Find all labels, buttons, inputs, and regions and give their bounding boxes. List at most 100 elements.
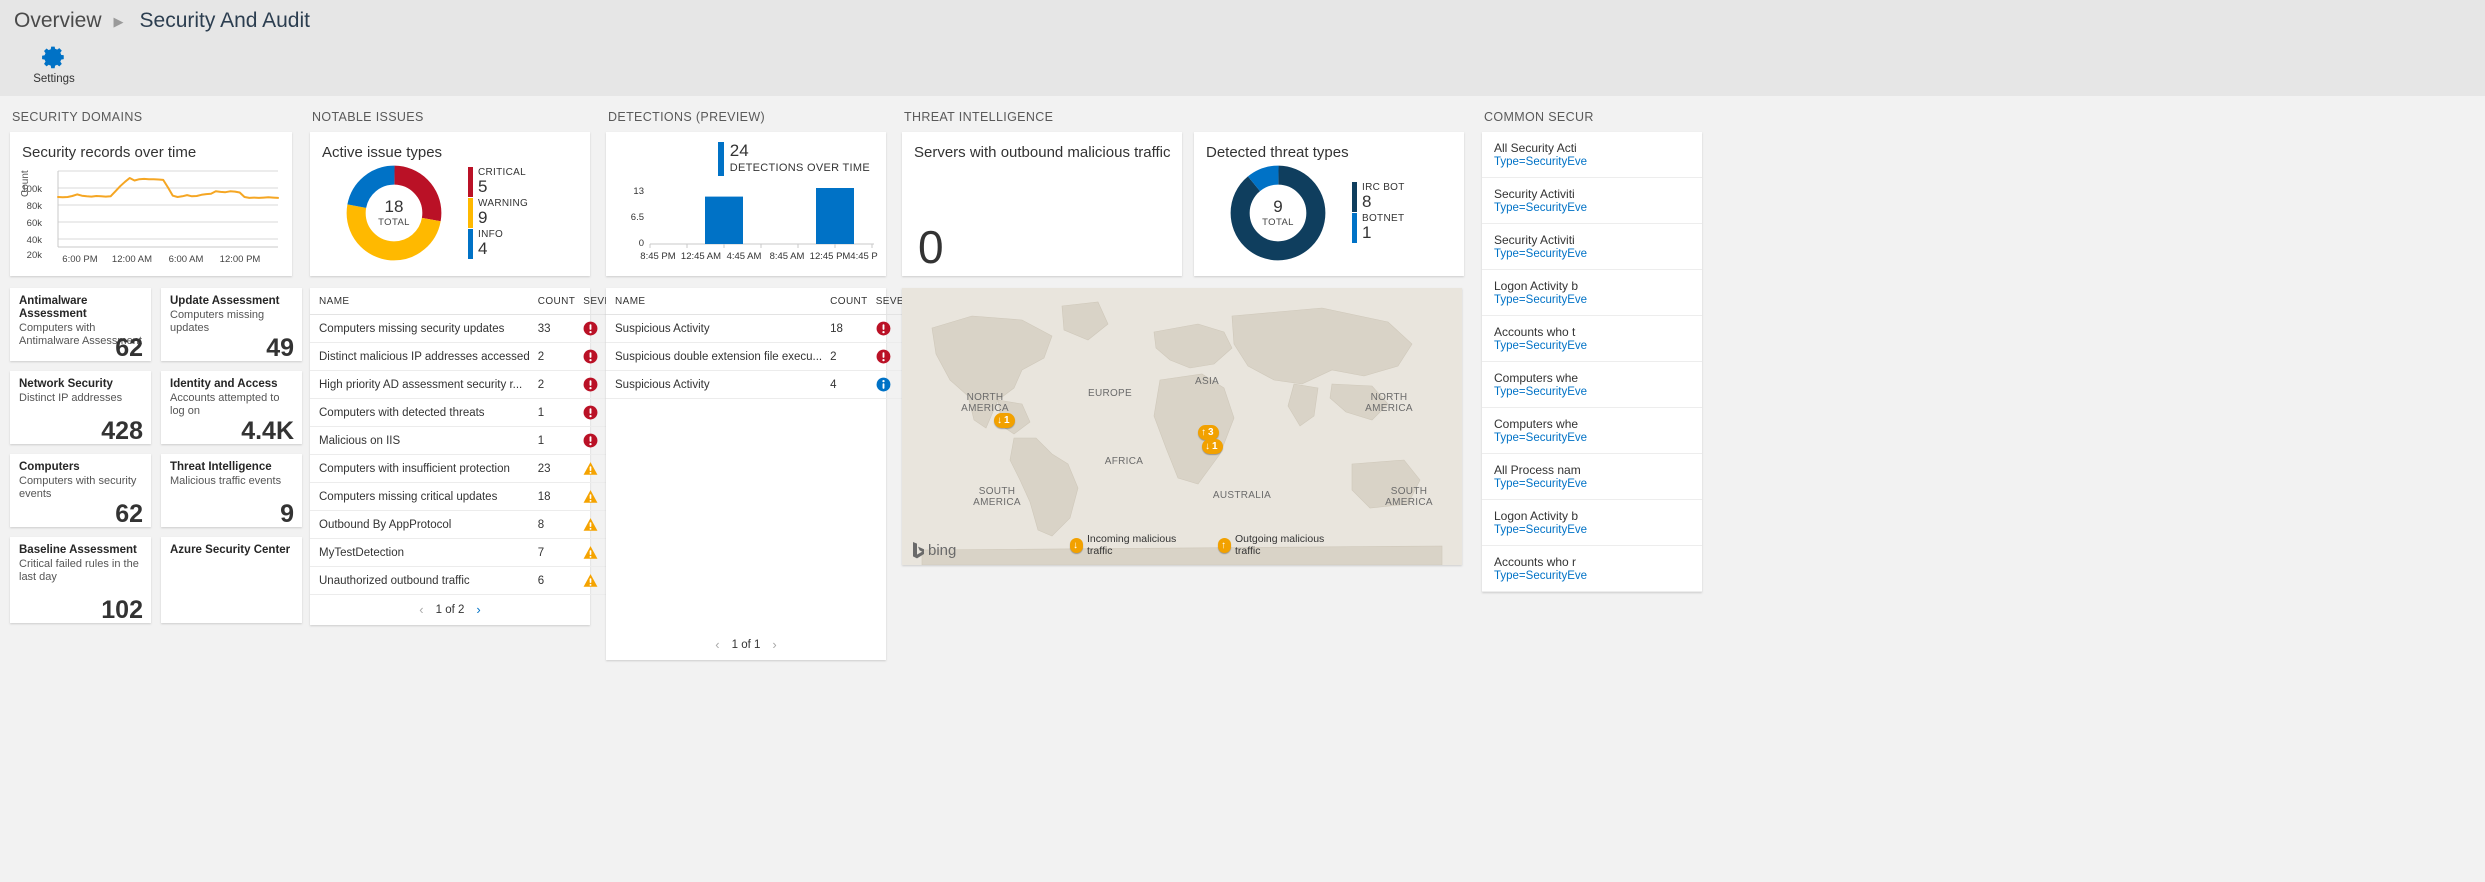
group-security-domains: Security Domains Security records over t… [0,110,302,623]
table-header-row: NAME COUNT SEVERITY [606,288,933,315]
table-row[interactable]: Computers with detected threats 1 [310,398,640,427]
domain-tile-computers[interactable]: Computers Computers with security events… [10,454,151,527]
breadcrumb-root[interactable]: Overview [14,9,102,33]
map-pin-incoming-1[interactable]: ↓ 1 [994,410,1015,428]
legend-item-irc-bot: IRC BOT 8 [1352,182,1405,212]
table-body: Suspicious Activity 18 Suspicious double e… [606,314,933,399]
query-title: Logon Activity b [1494,279,1579,293]
legend-value: 1 [1362,223,1372,242]
map-label-south-america-right: SOUTH AMERICA [1385,486,1433,508]
table-row[interactable]: Computers missing security updates 33 [310,314,640,343]
legend-label: CRITICAL [478,166,526,178]
dashboard: Security Domains Security records over t… [0,96,2485,882]
prev-page-button[interactable]: ‹ [419,602,423,617]
y-axis-label: Count [20,170,31,197]
table-row[interactable]: Unauthorized outbound traffic 6 [310,566,640,595]
tile-servers-outbound-malicious-traffic[interactable]: Servers with outbound malicious traffic … [902,132,1182,276]
domain-tile-update-assessment[interactable]: Update Assessment Computers missing upda… [161,288,302,361]
domain-tile-subtitle: Critical failed rules in the last day [19,558,139,584]
cell-name: Computers missing critical updates [310,482,534,511]
legend-value: 9 [478,207,488,227]
bing-icon [913,542,924,559]
svg-text:60k: 60k [27,218,43,229]
cell-name: Outbound By AppProtocol [310,510,534,539]
cell-count: 6 [533,566,580,595]
domain-tile-baseline-assessment[interactable]: Baseline Assessment Critical failed rule… [10,537,151,623]
group-title-notable-issues: Notable Issues [312,110,424,124]
map-label-asia: ASIA [1195,376,1219,387]
tile-malicious-traffic-map[interactable]: NORTH AMERICA EUROPE ASIA AFRICA SOUTH AME… [902,288,1462,565]
tile-security-records-over-time[interactable]: Security records over time 100k 80k 60k … [10,132,292,276]
cell-name: Computers missing security updates [310,314,534,343]
cell-name: Suspicious Activity [606,370,827,399]
svg-text:0: 0 [639,238,644,249]
critical-severity-icon [876,321,891,336]
svg-text:12:00 AM: 12:00 AM [112,254,152,265]
domain-tile-title: Threat Intelligence [170,461,272,473]
line-chart-svg: 100k 80k 60k 40k 20k 6:00 PM 12:00 AM 6:… [21,170,279,265]
legend-value: 8 [1362,192,1372,211]
svg-text:12:00 PM: 12:00 PM [220,254,261,265]
query-title: Computers whe [1494,417,1579,431]
table-row[interactable]: Computers with insufficient protection 23 [310,454,640,483]
domain-tile-subtitle: Malicious traffic events [170,475,282,488]
map-pin-incoming-2[interactable]: ↓ 1 [1202,436,1223,454]
cell-name: Unauthorized outbound traffic [310,566,534,595]
domain-tile-identity-and-access[interactable]: Identity and Access Accounts attempted t… [161,371,302,444]
column-header-count: COUNT [826,288,872,315]
next-page-button[interactable]: › [476,602,480,617]
map-label-africa: AFRICA [1104,456,1144,467]
query-list-item[interactable]: All Process nam Type=SecurityEve [1482,454,1702,500]
table-row[interactable]: Suspicious Activity 4 [606,370,933,399]
query-list-item[interactable]: Security Activiti Type=SecurityEve [1482,224,1702,270]
arrow-down-icon: ↓ [1205,441,1210,452]
domain-tile-title: Network Security [19,378,113,390]
incoming-pin: ↓ 1 [1202,439,1223,454]
tile-detected-threat-types[interactable]: Detected threat types 9 TOTAL IRC BOT 8 … [1194,132,1464,276]
table-row[interactable]: Computers missing critical updates 18 [310,482,640,511]
cell-name: Distinct malicious IP addresses accessed [310,342,534,371]
detections-color-swatch [717,142,724,176]
svg-text:6:00 PM: 6:00 PM [62,254,97,265]
table-row[interactable]: Distinct malicious IP addresses accessed… [310,342,640,371]
domain-tile-subtitle: Distinct IP addresses [19,392,123,405]
table-row[interactable]: Suspicious Activity 18 [606,314,933,343]
query-list-item[interactable]: Logon Activity b Type=SecurityEve [1482,500,1702,546]
prev-page-button[interactable]: ‹ [715,637,719,652]
table-row[interactable]: Outbound By AppProtocol 8 [310,510,640,539]
page-indicator: 1 of 2 [435,603,465,616]
table-row[interactable]: High priority AD assessment security r..… [310,370,640,399]
settings-button[interactable]: Settings [22,42,86,85]
group-detections: Detections (Preview) 24 DETECTIONS OVER … [596,110,933,660]
query-list-item[interactable]: Logon Activity b Type=SecurityEve [1482,270,1702,316]
tile-active-issue-types[interactable]: Active issue types 18 TOTAL CRITICAL 5 W… [310,132,590,276]
cell-count: 1 [533,398,580,427]
map-legend: ↓ Incoming malicious traffic ↑ Outgoing … [1070,533,1350,557]
query-list-item[interactable]: Accounts who t Type=SecurityEve [1482,316,1702,362]
command-bar: Settings [0,42,2485,96]
detections-count: 24 [729,141,749,160]
map-label-europe: EUROPE [1087,388,1133,399]
cell-name: Malicious on IIS [310,426,534,455]
detections-badge: 24 DETECTIONS OVER TIME [616,142,876,176]
tile-detections-over-time[interactable]: 24 DETECTIONS OVER TIME 13 6.5 0 8:45 PM… [606,132,886,276]
domain-tile-title: Azure Security Center [170,544,291,556]
cell-count: 4 [826,370,872,399]
domain-tile-azure-security-center[interactable]: Azure Security Center [161,537,302,623]
query-list-item[interactable]: Computers whe Type=SecurityEve [1482,408,1702,454]
table-row[interactable]: Malicious on IIS 1 [310,426,640,455]
domain-tile-threat-intelligence[interactable]: Threat Intelligence Malicious traffic ev… [161,454,302,527]
table-row[interactable]: MyTestDetection 7 [310,538,640,567]
query-list-item[interactable]: All Security Acti Type=SecurityEve [1482,132,1702,178]
outbound-traffic-value: 0 [918,221,944,273]
query-list-item[interactable]: Accounts who r Type=SecurityEve [1482,546,1702,592]
domain-tile-antimalware-assessment[interactable]: Antimalware Assessment Computers with An… [10,288,151,361]
tile-title: Servers with outbound malicious traffic [914,144,1171,161]
next-page-button[interactable]: › [772,637,776,652]
table-row[interactable]: Suspicious double extension file execu..… [606,342,933,371]
domain-tile-network-security[interactable]: Network Security Distinct IP addresses 4… [10,371,151,444]
query-list-item[interactable]: Computers whe Type=SecurityEve [1482,362,1702,408]
cell-name: Computers with detected threats [310,398,534,427]
query-list-item[interactable]: Security Activiti Type=SecurityEve [1482,178,1702,224]
cell-count: 33 [533,314,580,343]
